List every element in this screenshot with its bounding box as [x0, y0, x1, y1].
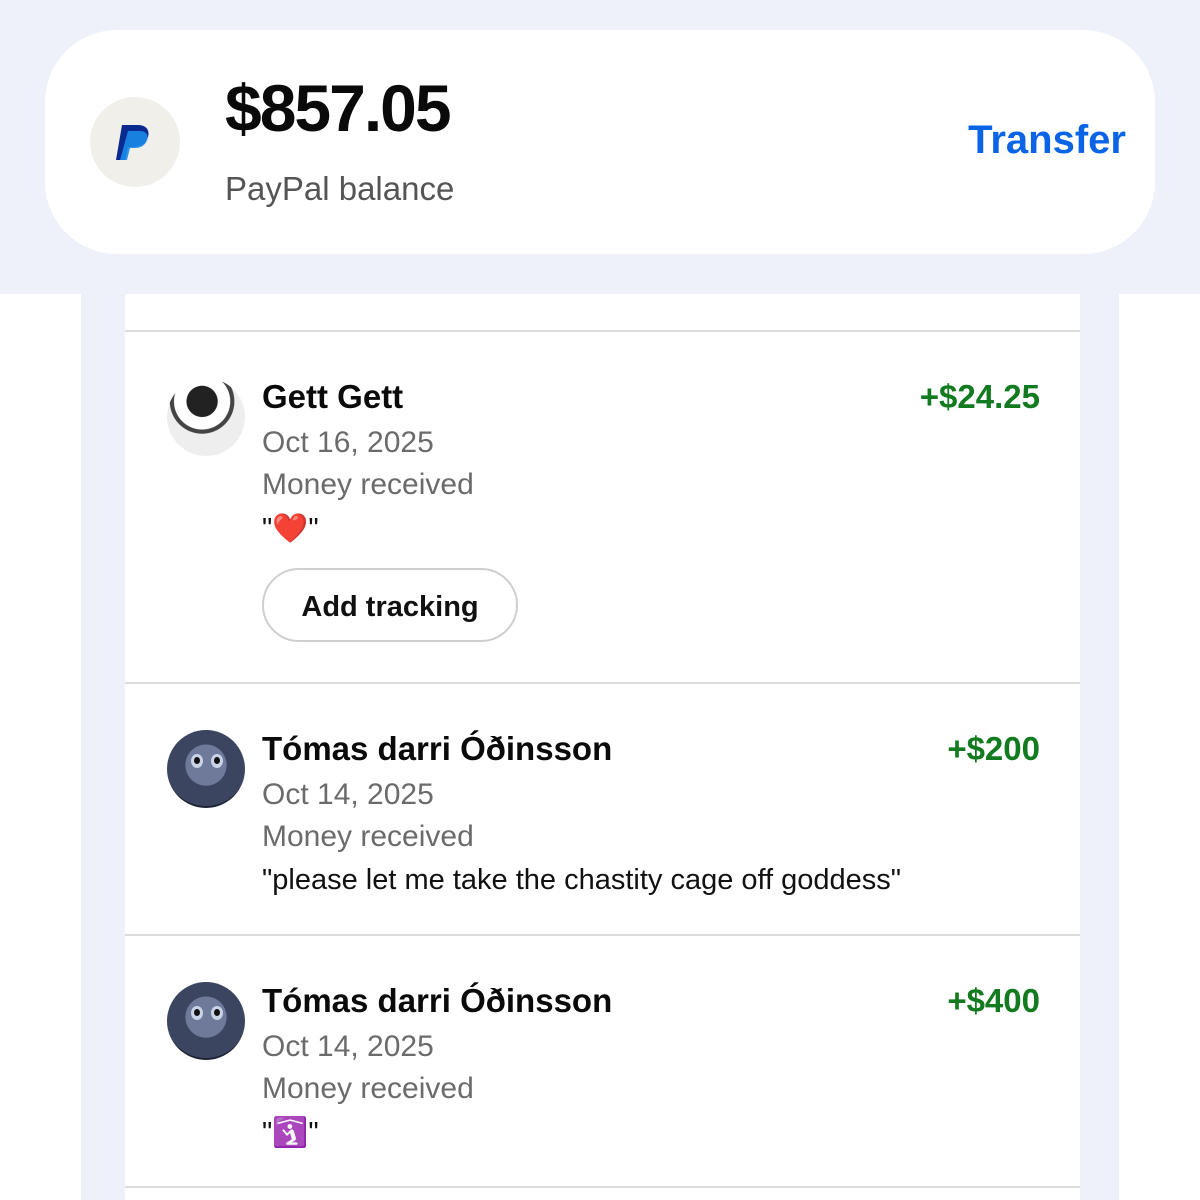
transaction-date: Oct 16, 2025 [262, 426, 434, 459]
transaction-name: Tómas darri Óðinsson [262, 730, 613, 767]
list-divider [125, 1186, 1080, 1188]
transaction-date: Oct 14, 2025 [262, 1030, 434, 1063]
transaction-date: Oct 14, 2025 [262, 778, 434, 811]
transaction-amount: +$400 [947, 982, 1040, 1019]
transaction-amount: +$200 [947, 730, 1040, 767]
avatar [167, 730, 245, 808]
transaction-amount: +$24.25 [919, 378, 1040, 415]
place-of-worship-icon: 🛐 [272, 1117, 309, 1149]
avatar [167, 982, 245, 1060]
left-gutter [81, 294, 125, 1200]
paypal-logo-icon [90, 97, 180, 187]
heart-icon: ❤️ [272, 513, 309, 545]
add-tracking-button[interactable]: Add tracking [262, 568, 518, 642]
transaction-item[interactable]: Tómas darri Óðinsson +$400 Oct 14, 2025 … [125, 936, 1080, 1186]
balance-label: PayPal balance [225, 170, 455, 207]
transaction-note: "🛐" [262, 1117, 319, 1149]
transaction-item[interactable]: Gett Gett +$24.25 Oct 16, 2025 Money rec… [125, 332, 1080, 682]
transaction-name: Tómas darri Óðinsson [262, 982, 613, 1019]
transaction-item[interactable]: Tómas darri Óðinsson +$200 Oct 14, 2025 … [125, 684, 1080, 934]
balance-amount: $857.05 [225, 71, 452, 145]
transaction-status: Money received [262, 468, 474, 501]
transaction-note: "❤️" [262, 513, 319, 545]
transaction-status: Money received [262, 820, 474, 853]
transaction-note: "please let me take the chastity cage of… [262, 864, 902, 896]
avatar [167, 378, 245, 456]
right-gutter [1075, 294, 1119, 1200]
transaction-status: Money received [262, 1072, 474, 1105]
transfer-button[interactable]: Transfer [968, 118, 1126, 163]
transaction-name: Gett Gett [262, 378, 404, 415]
